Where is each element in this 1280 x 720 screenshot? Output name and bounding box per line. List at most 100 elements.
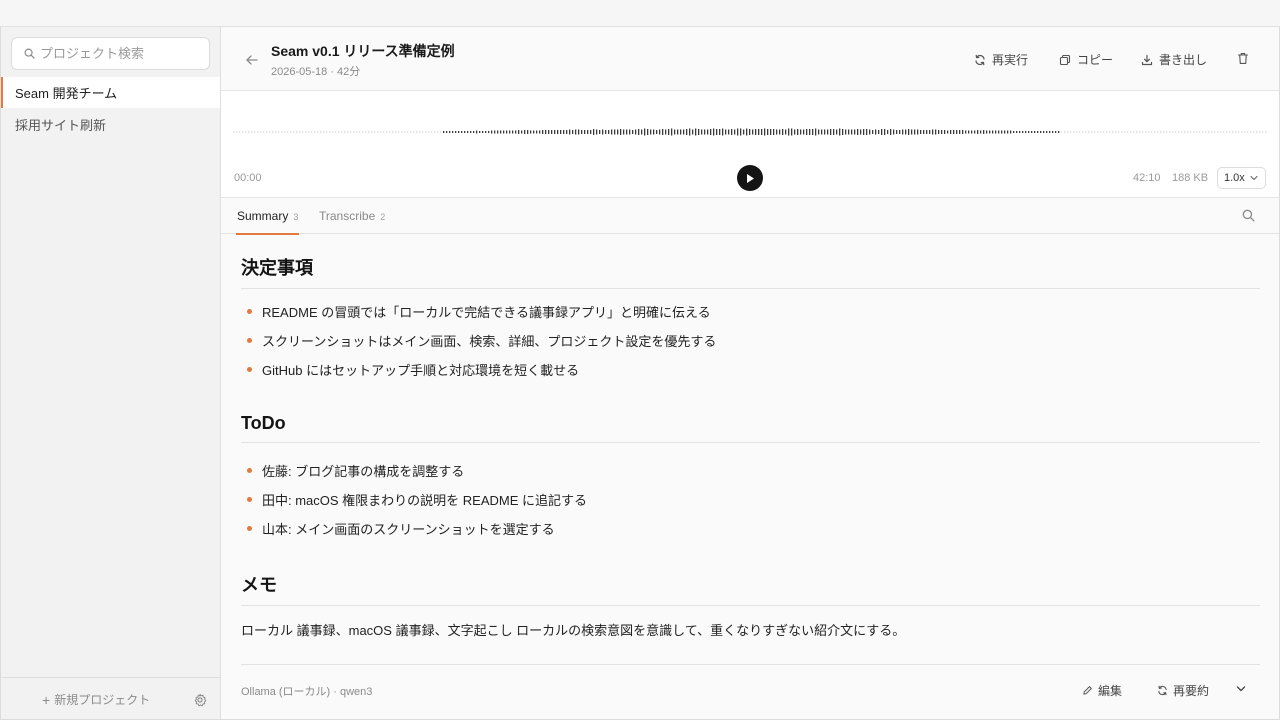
project-search-box[interactable] [11, 37, 210, 70]
waveform-bar [1097, 131, 1099, 133]
waveform-bar [374, 131, 376, 133]
waveform-bar [449, 131, 451, 133]
waveform-bar [860, 129, 862, 135]
tab-count: 2 [380, 212, 386, 222]
waveform-bar [248, 131, 250, 133]
waveform-bar [389, 131, 391, 133]
waveform-bar [452, 131, 454, 133]
waveform-bar [416, 131, 418, 133]
waveform-bar [461, 131, 463, 133]
waveform-bar [497, 130, 499, 134]
waveform-bar [884, 129, 886, 135]
waveform-bar [1112, 131, 1114, 133]
waveform-bar [356, 131, 358, 133]
waveform-bar [1184, 131, 1186, 133]
waveform-bar [758, 129, 760, 135]
copy-button[interactable]: コピー [1059, 51, 1113, 68]
waveform-bar [533, 130, 535, 134]
waveform-bar [740, 128, 742, 136]
waveform-bar [806, 129, 808, 135]
project-search-input[interactable] [40, 46, 200, 61]
waveform-bar [485, 131, 487, 133]
waveform[interactable] [233, 124, 1267, 140]
waveform-bar [830, 129, 832, 135]
waveform-bar [836, 129, 838, 135]
list-item: 田中: macOS 権限まわりの説明を README に追記する [247, 490, 587, 509]
waveform-bar [824, 129, 826, 135]
waveform-bar [545, 130, 547, 134]
waveform-bar [704, 129, 706, 135]
waveform-bar [923, 130, 925, 134]
waveform-bar [1220, 131, 1222, 133]
waveform-bar [287, 131, 289, 133]
resummarize-button[interactable]: 再要約 [1157, 682, 1209, 699]
search-icon [24, 48, 35, 59]
section-heading-todo: ToDo [241, 413, 1260, 443]
waveform-bar [803, 129, 805, 135]
waveform-bar [611, 129, 613, 135]
sidebar-item-recruit-site[interactable]: 採用サイト刷新 [1, 109, 220, 140]
waveform-bar [956, 130, 958, 134]
waveform-bar [521, 130, 523, 134]
list-item: スクリーンショットはメイン画面、検索、詳細、プロジェクト設定を優先する [247, 331, 716, 350]
waveform-bar [1082, 131, 1084, 133]
edit-button[interactable]: 編集 [1082, 682, 1122, 699]
waveform-bar [590, 130, 592, 134]
chevron-down-icon[interactable] [1236, 684, 1246, 694]
file-size: 188 KB [1172, 172, 1209, 184]
waveform-bar [239, 131, 241, 133]
waveform-bar [746, 128, 748, 136]
sidebar-item-label: Seam 開発チーム [15, 86, 118, 101]
waveform-bar [368, 131, 370, 133]
gear-icon[interactable] [193, 693, 207, 707]
export-button[interactable]: 書き出し [1141, 51, 1207, 68]
waveform-bar [629, 129, 631, 135]
sidebar-item-seam-team[interactable]: Seam 開発チーム [1, 77, 220, 108]
back-arrow-icon[interactable] [245, 53, 259, 67]
waveform-bar [950, 130, 952, 134]
waveform-bar [404, 131, 406, 133]
waveform-bar [1019, 131, 1021, 133]
waveform-bar [1172, 131, 1174, 133]
waveform-bar [554, 130, 556, 134]
waveform-bar [482, 131, 484, 133]
play-icon [747, 173, 754, 183]
waveform-bar [1214, 131, 1216, 133]
waveform-bar [662, 129, 664, 135]
waveform-bar [932, 129, 934, 135]
download-icon [1141, 54, 1153, 65]
waveform-bar [974, 130, 976, 134]
rerun-button[interactable]: 再実行 [974, 51, 1028, 68]
total-duration: 42:10 [1133, 172, 1161, 184]
waveform-bar [392, 131, 394, 133]
new-project-button[interactable]: + 新規プロジェクト [42, 691, 150, 708]
waveform-bar [965, 130, 967, 134]
waveform-bar [1133, 131, 1135, 133]
waveform-bar [1142, 131, 1144, 133]
trash-icon[interactable] [1237, 52, 1249, 65]
waveform-bar [893, 129, 895, 135]
waveform-bar [386, 131, 388, 133]
tab-transcribe[interactable]: Transcribe 2 [319, 198, 385, 234]
tab-summary[interactable]: Summary 3 [235, 198, 300, 235]
export-label: 書き出し [1159, 53, 1208, 67]
search-icon[interactable] [1242, 209, 1255, 222]
waveform-bar [719, 129, 721, 135]
waveform-bar [977, 130, 979, 134]
waveform-bar [866, 129, 868, 135]
play-button[interactable] [737, 165, 763, 191]
speed-value: 1.0x [1224, 172, 1245, 184]
waveform-bar [668, 129, 670, 135]
waveform-bar [695, 128, 697, 136]
waveform-bar [530, 130, 532, 134]
copy-icon [1059, 54, 1071, 65]
waveform-bar [905, 129, 907, 135]
waveform-bar [473, 131, 475, 133]
playback-speed-select[interactable]: 1.0x [1217, 167, 1266, 189]
waveform-bar [848, 129, 850, 135]
waveform-bar [896, 130, 898, 134]
waveform-bar [326, 131, 328, 133]
waveform-bar [467, 131, 469, 133]
waveform-bar [596, 129, 598, 135]
recording-header: Seam v0.1 リリース準備定例 2026-05-18 · 42分 再実行 … [221, 27, 1279, 91]
